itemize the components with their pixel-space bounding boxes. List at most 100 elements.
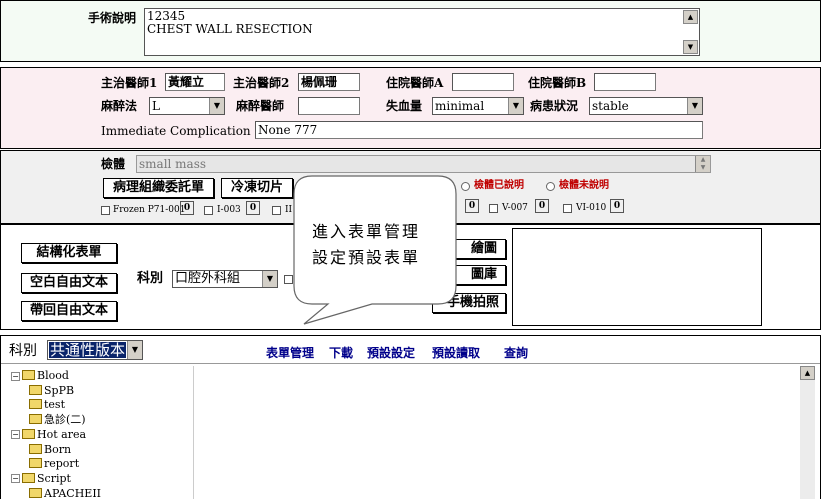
check-ii[interactable] bbox=[272, 206, 281, 215]
tree-label: SpPB bbox=[44, 383, 75, 397]
residentB-field[interactable] bbox=[594, 73, 656, 91]
structured-form-button[interactable]: 結構化表單 bbox=[21, 243, 117, 263]
bottom-dept-label: 科別 bbox=[9, 343, 37, 359]
tree-label: 急診(二) bbox=[44, 413, 86, 427]
anesthesia-label: 麻醉法 bbox=[101, 99, 138, 113]
complication-field[interactable]: None 777 bbox=[255, 121, 703, 139]
blank-text-button[interactable]: 空白自由文本 bbox=[21, 273, 117, 293]
dept-value: 口腔外科組 bbox=[175, 271, 241, 286]
tree-item-hot-area[interactable]: − Hot area bbox=[11, 428, 101, 443]
folder-icon bbox=[29, 384, 42, 395]
callout-line1: 進入表單管理 bbox=[312, 222, 421, 241]
radio-not-explained-label: 檢體未說明 bbox=[559, 180, 609, 191]
dept-select[interactable]: 口腔外科組 ▼ bbox=[172, 270, 278, 288]
tree-label: Hot area bbox=[37, 427, 87, 441]
check-i003[interactable] bbox=[204, 206, 213, 215]
anesthesia-select[interactable]: L ▼ bbox=[149, 97, 225, 115]
radio-not-explained[interactable] bbox=[546, 182, 555, 191]
condition-select[interactable]: stable ▼ bbox=[589, 97, 703, 115]
scroll-up-icon[interactable]: ▲ bbox=[800, 366, 815, 380]
count-iv[interactable]: 0 bbox=[465, 199, 479, 213]
query-link[interactable]: 查詢 bbox=[504, 344, 528, 361]
complication-label: Immediate Complication bbox=[101, 124, 251, 138]
tree-label: Born bbox=[44, 442, 72, 456]
collapse-icon[interactable]: − bbox=[11, 430, 20, 440]
surgery-label: 手術說明 bbox=[88, 11, 137, 25]
tree-label: Blood bbox=[37, 369, 69, 382]
blood-loss-value: minimal bbox=[435, 99, 485, 113]
surgery-textarea[interactable]: 12345 CHEST WALL RESECTION ▲ ▼ bbox=[144, 8, 700, 56]
tree-item-report[interactable]: report bbox=[11, 457, 101, 472]
content-scrollbar[interactable] bbox=[800, 380, 815, 499]
check-vi010[interactable] bbox=[563, 204, 572, 213]
radio-explained-label: 檢體已說明 bbox=[474, 180, 524, 191]
blood-loss-label: 失血量 bbox=[386, 99, 423, 113]
tree-label: APACHEII bbox=[44, 486, 102, 500]
folder-icon bbox=[22, 370, 35, 380]
tree-item-test[interactable]: test bbox=[11, 398, 101, 413]
chevron-down-icon[interactable]: ▼ bbox=[687, 98, 702, 114]
spinner-icon[interactable]: ▲ ▼ bbox=[695, 156, 710, 172]
tree-item-blood[interactable]: − Blood bbox=[11, 369, 101, 384]
tree-label: Script bbox=[37, 471, 71, 485]
condition-value: stable bbox=[592, 99, 629, 113]
tree-item-script[interactable]: − Script bbox=[11, 472, 101, 487]
callout-line2: 設定預設表單 bbox=[312, 248, 421, 267]
scroll-down-icon[interactable]: ▼ bbox=[683, 40, 698, 54]
folder-icon bbox=[22, 472, 35, 483]
anesthesia-value: L bbox=[152, 99, 160, 113]
chevron-down-icon[interactable]: ▼ bbox=[209, 98, 224, 114]
chevron-down-icon[interactable]: ▼ bbox=[262, 271, 277, 287]
check-frozen[interactable] bbox=[101, 206, 110, 215]
chevron-down-icon[interactable]: ▼ bbox=[127, 341, 142, 359]
count-v007[interactable]: 0 bbox=[535, 199, 549, 213]
tree-item-sppb[interactable]: SpPB bbox=[11, 384, 101, 399]
check-frozen-label: Frozen P71-001 bbox=[113, 205, 186, 215]
radio-explained[interactable] bbox=[461, 182, 470, 191]
folder-icon bbox=[22, 428, 35, 439]
attending2-label: 主治醫師2 bbox=[233, 76, 290, 90]
form-manage-link[interactable]: 表單管理 bbox=[266, 344, 314, 361]
folder-icon bbox=[29, 414, 42, 425]
tree-item-born[interactable]: Born bbox=[11, 443, 101, 458]
check-vi010-label: VI-010 bbox=[576, 203, 607, 213]
attending1-label: 主治醫師1 bbox=[101, 76, 158, 90]
preset-read-link[interactable]: 預設讀取 bbox=[432, 344, 480, 361]
tree-item-er2[interactable]: 急診(二) bbox=[11, 413, 101, 428]
frozen-section-button[interactable]: 冷凍切片 bbox=[221, 178, 293, 198]
anesthetist-label: 麻醉醫師 bbox=[236, 99, 285, 113]
count-i003[interactable]: 0 bbox=[246, 201, 260, 215]
bring-text-button[interactable]: 帶回自由文本 bbox=[21, 301, 117, 321]
collapse-icon[interactable]: − bbox=[11, 371, 20, 381]
anesthetist-field[interactable] bbox=[298, 97, 360, 115]
count-vi010[interactable]: 0 bbox=[610, 199, 624, 213]
preset-setting-link[interactable]: 預設設定 bbox=[367, 344, 415, 361]
specimen-value: small mass bbox=[139, 157, 207, 171]
surgery-line2: CHEST WALL RESECTION bbox=[147, 22, 313, 36]
blood-loss-select[interactable]: minimal ▼ bbox=[432, 97, 524, 115]
check-i003-label: I-003 bbox=[217, 205, 241, 215]
specimen-label: 檢體 bbox=[101, 157, 126, 171]
folder-icon bbox=[29, 443, 42, 454]
bottom-dept-select[interactable]: 共通性版本 ▼ bbox=[47, 340, 143, 360]
pathology-button[interactable]: 病理組織委託單 bbox=[103, 178, 214, 198]
tree-label: test bbox=[44, 398, 65, 412]
folder-icon bbox=[29, 399, 42, 410]
chevron-down-icon[interactable]: ▼ bbox=[508, 98, 523, 114]
dept-label: 科別 bbox=[137, 271, 164, 286]
attending2-field[interactable]: 楊佩珊 bbox=[298, 73, 360, 91]
count-frozen[interactable]: 0 bbox=[180, 201, 194, 215]
folder-icon bbox=[29, 487, 42, 498]
check-v007-label: V-007 bbox=[502, 203, 528, 213]
residentA-field[interactable] bbox=[452, 73, 514, 91]
check-v007[interactable] bbox=[489, 204, 498, 213]
specimen-field[interactable]: small mass ▲ ▼ bbox=[136, 155, 711, 173]
tree-label: report bbox=[44, 457, 80, 471]
attending1-field[interactable]: 黃耀立 bbox=[165, 73, 225, 91]
scroll-up-icon[interactable]: ▲ bbox=[683, 10, 698, 24]
folder-icon bbox=[29, 458, 42, 469]
download-link[interactable]: 下載 bbox=[329, 344, 353, 361]
residentA-label: 住院醫師A bbox=[386, 76, 444, 90]
condition-label: 病患狀況 bbox=[530, 99, 579, 113]
collapse-icon[interactable]: − bbox=[11, 474, 20, 484]
